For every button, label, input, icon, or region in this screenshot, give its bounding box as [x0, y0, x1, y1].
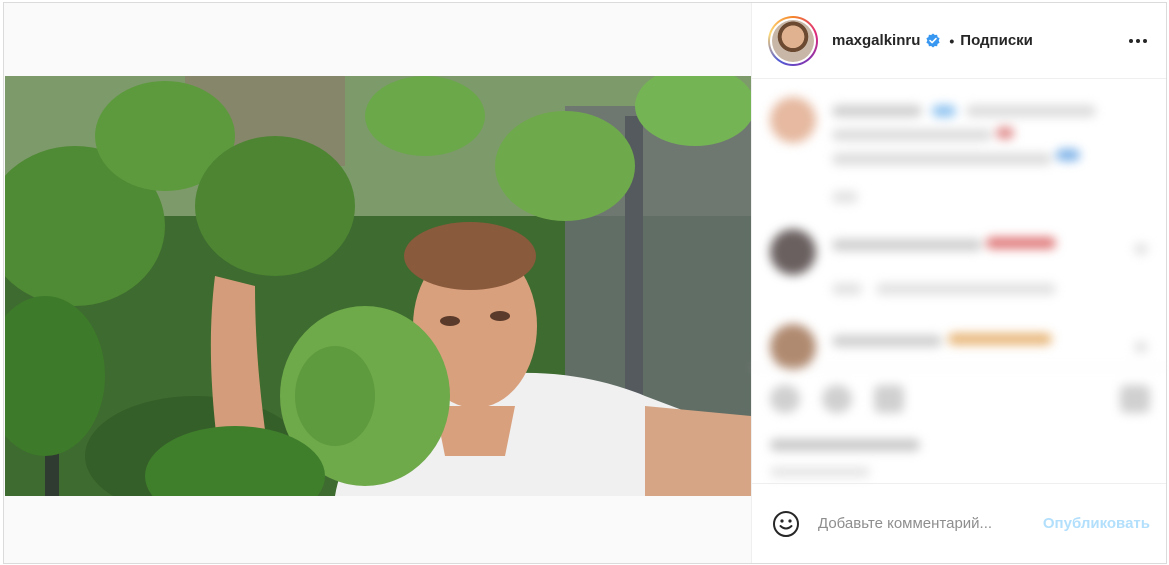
post-sidebar: maxgalkinru • Подписки Добавьте коммента…	[752, 3, 1166, 563]
more-options-icon[interactable]	[1126, 29, 1150, 53]
separator-dot: •	[949, 32, 955, 49]
video-player[interactable]	[5, 76, 751, 496]
smiley-icon[interactable]	[770, 508, 802, 540]
verified-badge-icon	[926, 33, 940, 47]
author-avatar[interactable]	[768, 15, 818, 66]
media-column	[4, 3, 752, 563]
publish-button[interactable]: Опубликовать	[1043, 515, 1150, 532]
add-comment-bar: Опубликовать	[752, 483, 1166, 563]
blurred-comment	[770, 324, 816, 370]
post-dialog: maxgalkinru • Подписки Добавьте коммента…	[3, 2, 1167, 564]
video-frame	[5, 76, 751, 496]
blurred-comment	[770, 229, 816, 275]
post-header: maxgalkinru • Подписки	[752, 3, 1166, 79]
blurred-comments-area	[752, 79, 1166, 483]
blurred-comment	[770, 97, 816, 143]
comment-input[interactable]	[818, 515, 1043, 532]
following-button[interactable]: Подписки	[960, 32, 1033, 49]
author-username[interactable]: maxgalkinru	[832, 32, 920, 49]
